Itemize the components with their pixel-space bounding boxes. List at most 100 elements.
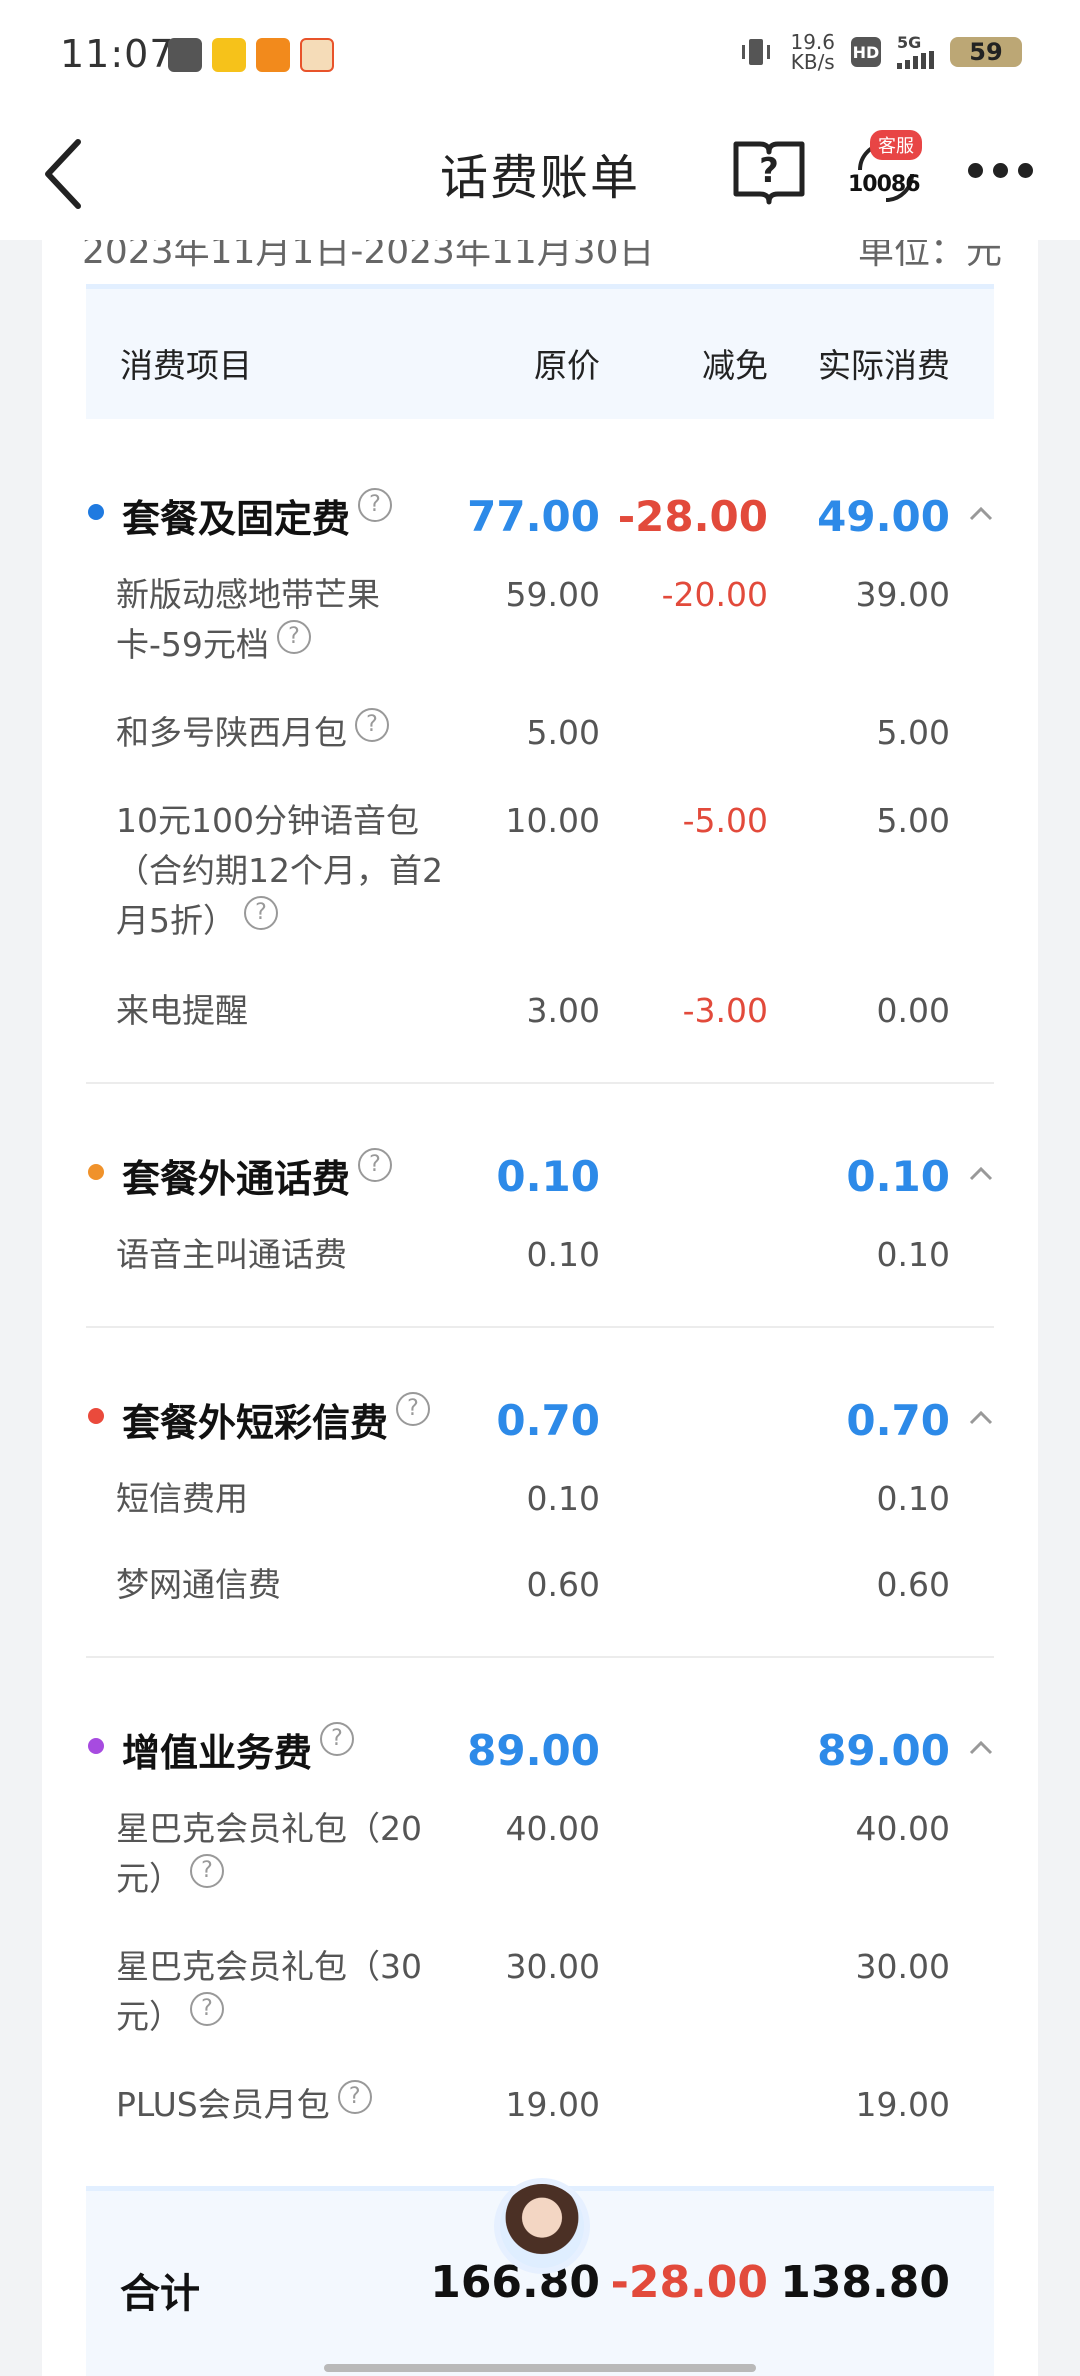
item-original: 40.00 <box>505 1809 600 1848</box>
divider <box>86 1656 994 1658</box>
section-actual: 0.10 <box>846 1152 950 1201</box>
section-original: 0.70 <box>496 1396 600 1445</box>
item-name: 短信费用 <box>116 1479 248 1518</box>
item-actual: 0.10 <box>876 1479 950 1518</box>
notification-app-icon <box>168 38 202 72</box>
question-circle-icon[interactable]: ? <box>276 620 311 654</box>
section-actual: 89.00 <box>817 1726 950 1775</box>
header-item: 消费项目 <box>120 346 252 385</box>
status-bar: 11:07 19.6 KB/s HD 5G 59 <box>0 0 1080 110</box>
item-actual: 0.00 <box>876 991 950 1030</box>
item-original: 5.00 <box>526 713 600 752</box>
section-call-fee[interactable]: 套餐外通话费? 0.10 0.10 <box>42 1138 1038 1208</box>
item-actual: 0.60 <box>876 1565 950 1604</box>
section-title: 增值业务费? <box>122 1722 355 1777</box>
item-name: 10元100分钟语音包（合约期12个月，首2月5折）? <box>116 801 443 940</box>
section-value-added[interactable]: 增值业务费? 89.00 89.00 <box>42 1712 1038 1782</box>
svg-text:?: ? <box>759 151 779 191</box>
item-original: 0.60 <box>526 1565 600 1604</box>
item-original: 3.00 <box>526 991 600 1030</box>
more-dots-icon[interactable] <box>968 158 1038 182</box>
item-name: 星巴克会员礼包（20元）? <box>116 1809 422 1898</box>
item-original: 59.00 <box>505 575 600 614</box>
bill-card: 2023年11月1日-2023年11月30日 单位：元 消费项目 原价 减免 实… <box>42 240 1038 2376</box>
section-title: 套餐外短彩信费? <box>122 1392 431 1447</box>
question-circle-icon[interactable]: ? <box>244 896 278 930</box>
item-name: 新版动感地带芒果卡-59元档? <box>116 575 380 664</box>
item-discount: -3.00 <box>682 991 768 1030</box>
notification-app-icon <box>212 38 246 72</box>
divider <box>86 1326 994 1328</box>
question-book-icon[interactable]: ? <box>732 138 806 206</box>
section-actual: 49.00 <box>817 492 950 541</box>
item-name: 来电提醒 <box>116 991 248 1030</box>
total-discount: -28.00 <box>610 2257 768 2308</box>
item-actual: 0.10 <box>876 1235 950 1274</box>
customer-service-button[interactable]: 客服 10086 <box>848 130 924 210</box>
item-original: 30.00 <box>505 1947 600 1986</box>
section-discount: -28.00 <box>617 492 768 541</box>
item-actual: 39.00 <box>855 575 950 614</box>
section-sms-fee[interactable]: 套餐外短彩信费? 0.70 0.70 <box>42 1382 1038 1452</box>
notification-app-icon <box>300 38 334 72</box>
item-name: 语音主叫通话费 <box>116 1235 347 1274</box>
net-speed-value: 19.6 <box>790 30 835 54</box>
question-circle-icon[interactable]: ? <box>396 1392 431 1426</box>
total-label: 合计 <box>120 2271 200 2317</box>
item-actual: 5.00 <box>876 801 950 840</box>
question-circle-icon[interactable]: ? <box>190 1992 224 2026</box>
status-icons: 19.6 KB/s HD 5G 59 <box>738 32 1022 72</box>
item-original: 0.10 <box>526 1235 600 1274</box>
item-actual: 19.00 <box>855 2085 950 2124</box>
section-package-fixed[interactable]: 套餐及固定费? 77.00 -28.00 49.00 <box>42 478 1038 548</box>
section-title: 套餐及固定费? <box>122 488 393 543</box>
hd-icon: HD <box>851 37 881 67</box>
battery-level: 59 <box>969 38 1003 66</box>
net-speed: 19.6 KB/s <box>790 32 835 72</box>
section-original: 89.00 <box>467 1726 600 1775</box>
net-speed-unit: KB/s <box>790 50 835 74</box>
chevron-up-icon[interactable] <box>968 1738 994 1756</box>
title-bar: 话费账单 ? 客服 10086 <box>0 110 1080 240</box>
item-discount: -5.00 <box>682 801 768 840</box>
question-circle-icon[interactable]: ? <box>358 488 393 522</box>
item-name: PLUS会员月包? <box>116 2080 466 2130</box>
question-circle-icon[interactable]: ? <box>320 1722 355 1756</box>
vibrate-icon <box>742 39 771 65</box>
section-dot <box>88 504 104 520</box>
question-circle-icon[interactable]: ? <box>337 2080 372 2114</box>
service-badge: 客服 <box>870 130 922 160</box>
battery-icon: 59 <box>950 37 1022 67</box>
item-name: 和多号陕西月包? <box>116 708 466 758</box>
header-original: 原价 <box>534 346 600 385</box>
section-original: 77.00 <box>467 492 600 541</box>
signal-icon <box>897 51 934 69</box>
home-indicator[interactable] <box>324 2364 756 2372</box>
chevron-up-icon[interactable] <box>968 504 994 522</box>
section-actual: 0.70 <box>846 1396 950 1445</box>
service-number: 10086 <box>848 172 921 197</box>
network-type: 5G <box>897 33 922 52</box>
item-name: 星巴克会员礼包（30元）? <box>116 1947 422 2036</box>
chevron-up-icon[interactable] <box>968 1408 994 1426</box>
assistant-avatar[interactable] <box>494 2178 590 2274</box>
item-original: 0.10 <box>526 1479 600 1518</box>
section-original: 0.10 <box>496 1152 600 1201</box>
item-actual: 5.00 <box>876 713 950 752</box>
section-dot <box>88 1164 104 1180</box>
table-header: 消费项目 原价 减免 实际消费 <box>86 284 994 419</box>
billing-unit: 单位：元 <box>857 240 1002 272</box>
clock: 11:07 <box>60 32 175 76</box>
question-circle-icon[interactable]: ? <box>355 708 389 742</box>
question-circle-icon[interactable]: ? <box>190 1854 224 1888</box>
item-discount: -20.00 <box>661 575 768 614</box>
item-name: 梦网通信费 <box>116 1565 281 1604</box>
section-title: 套餐外通话费? <box>122 1148 393 1203</box>
item-original: 19.00 <box>505 2085 600 2124</box>
question-circle-icon[interactable]: ? <box>358 1148 393 1182</box>
header-actual: 实际消费 <box>818 346 950 385</box>
billing-range: 2023年11月1日-2023年11月30日 <box>82 240 655 272</box>
chevron-up-icon[interactable] <box>968 1164 994 1182</box>
header-discount: 减免 <box>702 346 768 385</box>
billing-period: 2023年11月1日-2023年11月30日 单位：元 <box>82 240 1002 274</box>
